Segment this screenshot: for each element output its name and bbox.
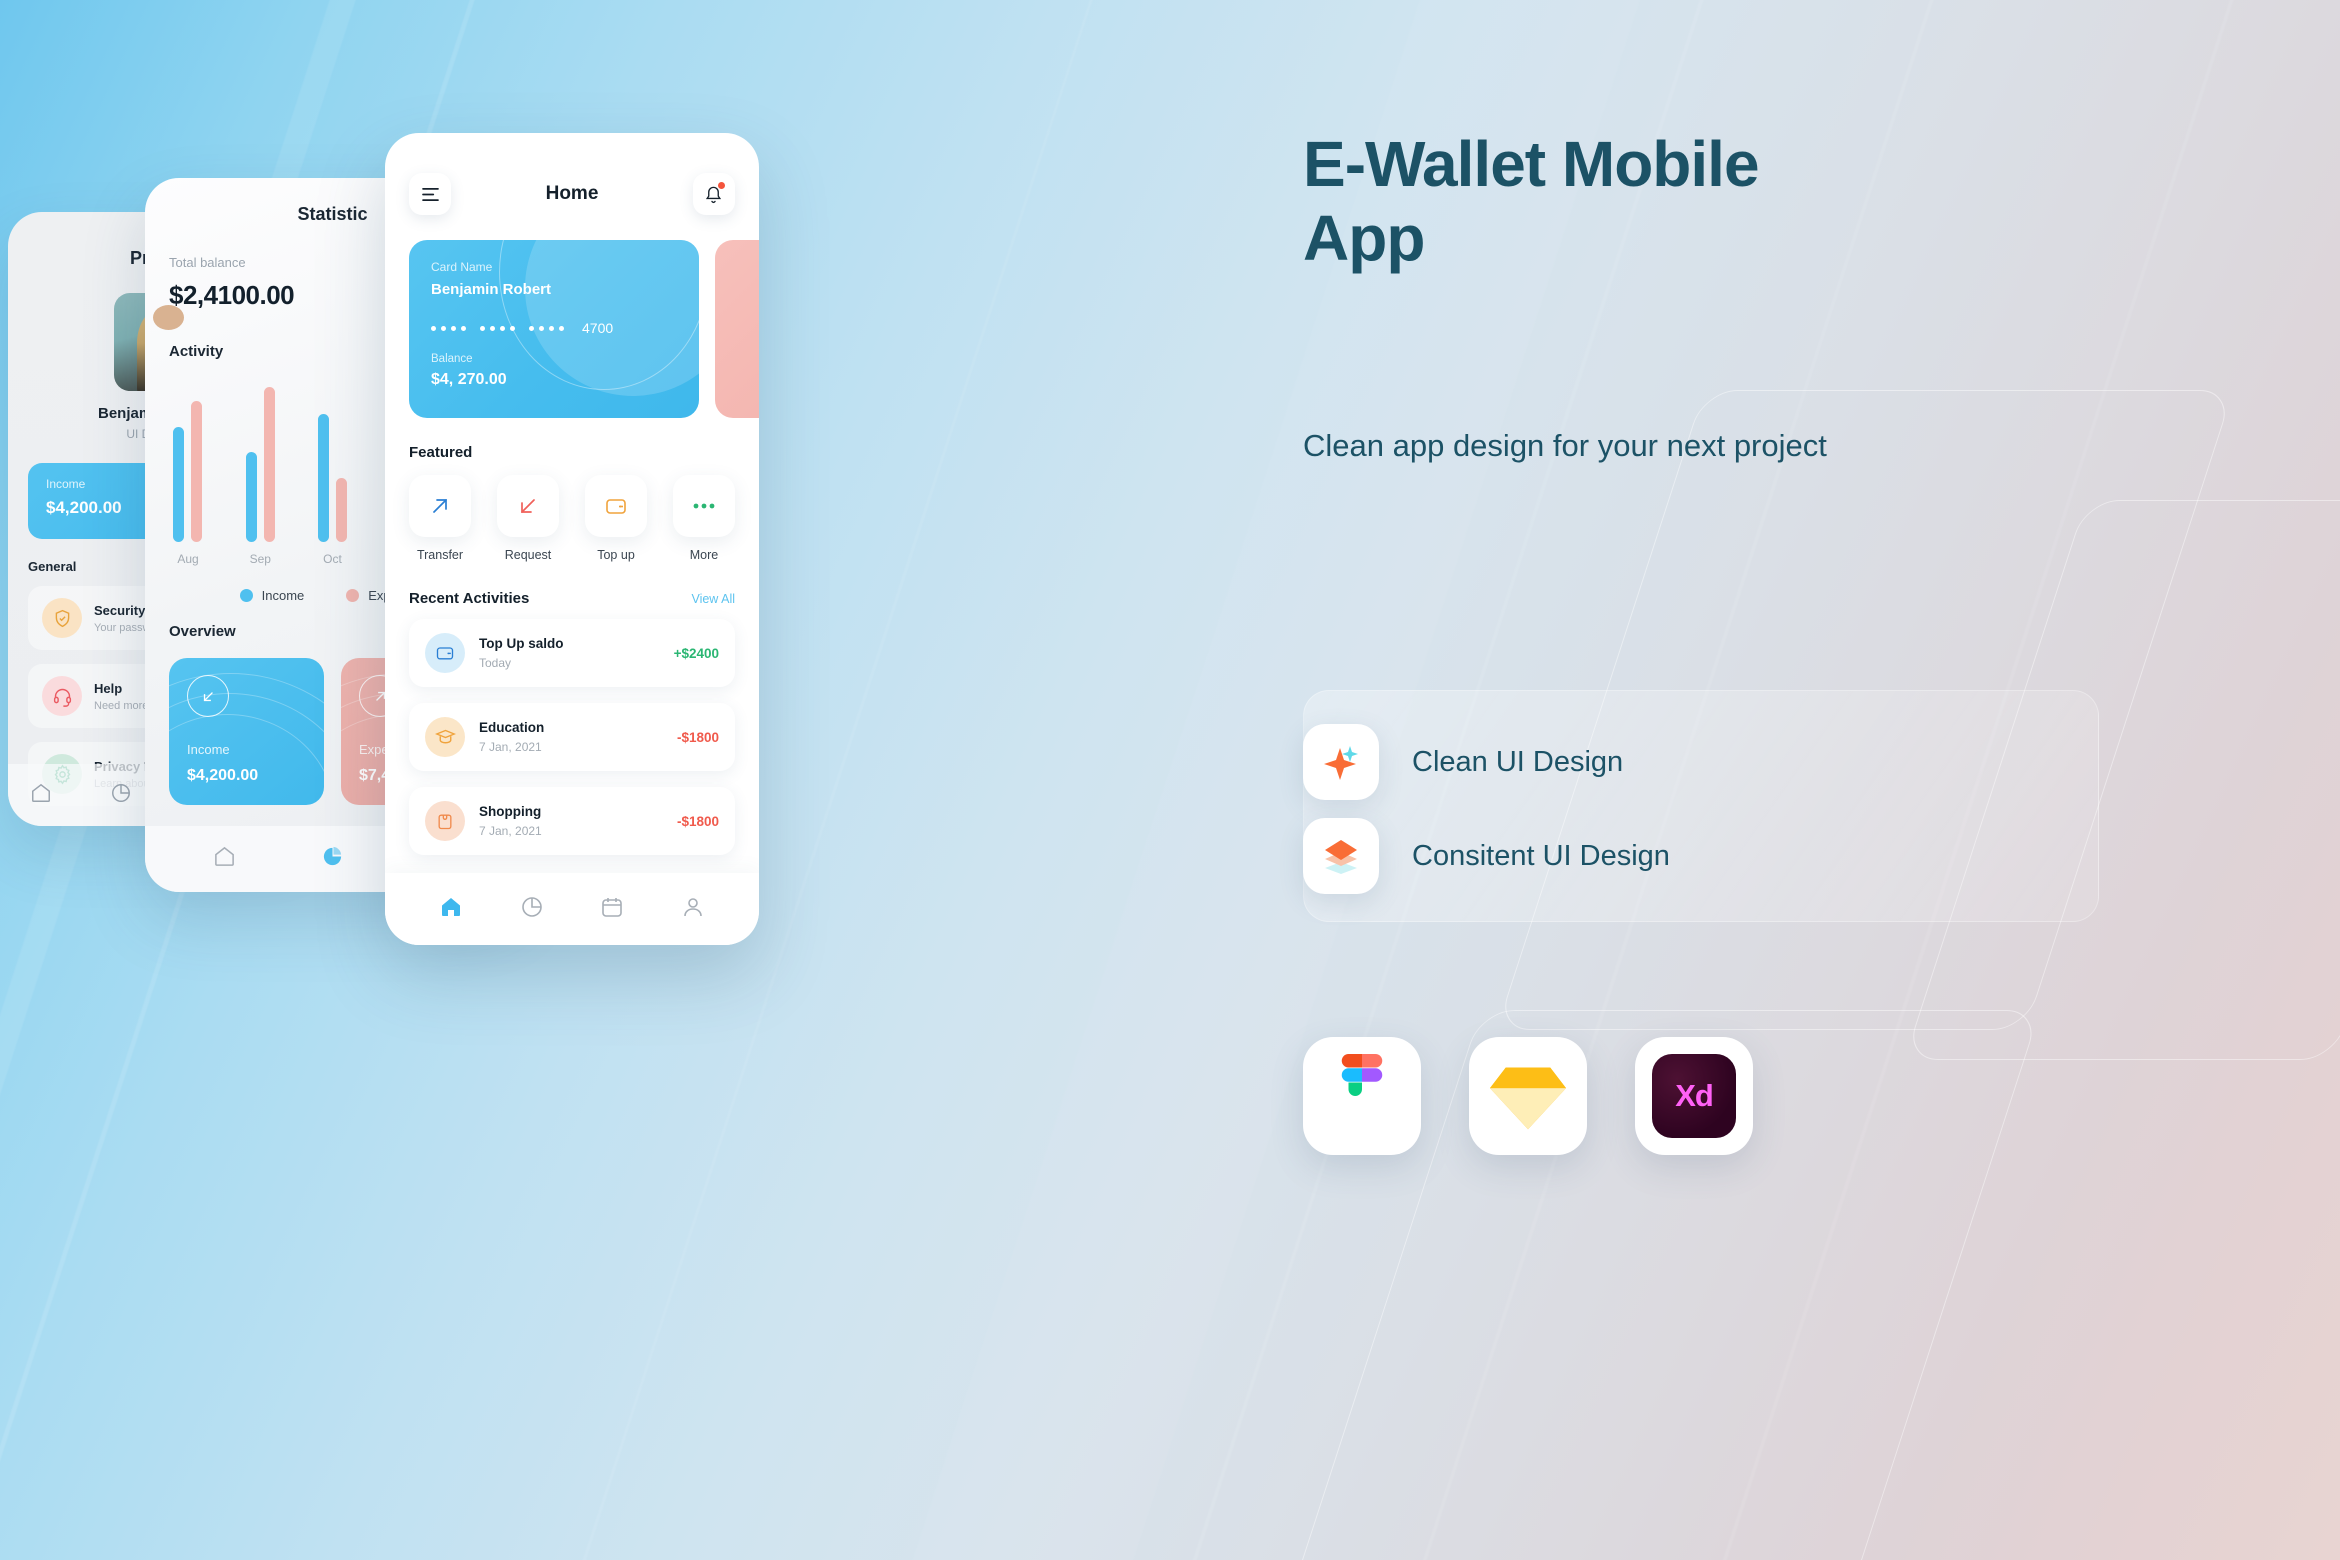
activity-title: Shopping bbox=[479, 804, 542, 819]
tab-home[interactable] bbox=[439, 895, 463, 924]
arrow-down-left-icon bbox=[187, 675, 229, 717]
tab-calendar[interactable] bbox=[600, 895, 624, 924]
bar-expense-aug bbox=[191, 401, 202, 542]
home-screen-phone: Home Card Name Benjamin Robert 4700 Bala… bbox=[385, 133, 759, 945]
promo-feature-consistent-ui: Consitent UI Design bbox=[1303, 818, 1670, 894]
shield-check-icon bbox=[42, 598, 82, 638]
featured-actions: Transfer Request Top up More bbox=[385, 461, 759, 562]
sketch-logo bbox=[1469, 1037, 1587, 1155]
activity-title: Education bbox=[479, 720, 545, 735]
bar-income-oct bbox=[318, 414, 329, 542]
ellipsis-icon bbox=[673, 475, 735, 537]
design-tool-logos: Xd bbox=[1303, 1037, 1753, 1155]
legend-color-swatch-expenses bbox=[346, 589, 360, 602]
headset-icon bbox=[42, 676, 82, 716]
home-header: Home bbox=[385, 133, 759, 215]
tab-statistics[interactable] bbox=[321, 845, 344, 873]
list-item[interactable]: Education 7 Jan, 2021 -$1800 bbox=[409, 703, 735, 771]
overview-income-value: $4,200.00 bbox=[187, 767, 259, 784]
legend-label-income: Income bbox=[261, 588, 305, 603]
bar-group-sep bbox=[245, 387, 275, 542]
card-name-label: Card Name bbox=[431, 260, 493, 274]
card-last4: 4700 bbox=[582, 320, 614, 336]
activity-date: Today bbox=[479, 656, 512, 670]
bar-income-aug bbox=[173, 427, 184, 542]
home-tabbar bbox=[385, 873, 759, 945]
featured-heading: Featured bbox=[409, 444, 473, 461]
hamburger-menu-button[interactable] bbox=[409, 173, 451, 215]
wallet-card-secondary[interactable] bbox=[715, 240, 759, 418]
bar-expense-oct bbox=[336, 478, 347, 542]
masked-group-2 bbox=[480, 325, 515, 331]
recent-activities-heading: Recent Activities bbox=[409, 590, 530, 607]
notification-badge bbox=[717, 182, 725, 189]
tab-profile[interactable] bbox=[681, 895, 705, 924]
tab-statistics[interactable] bbox=[520, 895, 544, 924]
arrow-down-left-icon bbox=[497, 475, 559, 537]
bar-group-oct bbox=[318, 414, 347, 542]
wallet-icon bbox=[425, 633, 465, 673]
featured-label: Request bbox=[504, 548, 552, 562]
promo-title-line1: E-Wallet Mobile bbox=[1303, 128, 1760, 200]
bar-expense-sep bbox=[263, 387, 275, 542]
overview-income-label: Income bbox=[187, 742, 230, 757]
shopping-bag-icon bbox=[425, 801, 465, 841]
tab-home[interactable] bbox=[30, 782, 52, 809]
activity-amount: -$1800 bbox=[676, 729, 719, 745]
adobe-xd-glyph: Xd bbox=[1652, 1054, 1736, 1138]
promo-title-line2: App bbox=[1303, 201, 1425, 274]
featured-label: More bbox=[689, 548, 719, 562]
tab-statistics[interactable] bbox=[110, 782, 132, 809]
layers-icon bbox=[1303, 818, 1379, 894]
featured-action-more[interactable]: More bbox=[673, 475, 735, 562]
axis-tick-aug: Aug bbox=[177, 552, 199, 566]
recent-activities-list: Top Up saldo Today +$2400 Education 7 Ja… bbox=[385, 607, 759, 855]
view-all-link[interactable]: View All bbox=[691, 592, 735, 606]
figma-logo bbox=[1303, 1037, 1421, 1155]
wallet-icon bbox=[585, 475, 647, 537]
bar-income-sep bbox=[245, 452, 257, 542]
axis-tick-sep: Sep bbox=[249, 552, 271, 566]
arrow-up-right-icon bbox=[409, 475, 471, 537]
recent-activities-header: Recent Activities View All bbox=[385, 562, 759, 607]
card-balance-value: $4, 270.00 bbox=[431, 371, 507, 388]
legend-color-swatch-income bbox=[239, 589, 253, 602]
promo-feature-label: Consitent UI Design bbox=[1412, 839, 1670, 872]
adobe-xd-logo: Xd bbox=[1635, 1037, 1753, 1155]
featured-action-request[interactable]: Request bbox=[497, 475, 559, 562]
list-item[interactable]: Top Up saldo Today +$2400 bbox=[409, 619, 735, 687]
featured-action-transfer[interactable]: Transfer bbox=[409, 475, 471, 562]
activity-date: 7 Jan, 2021 bbox=[479, 824, 542, 838]
promo-subtitle: Clean app design for your next project bbox=[1303, 428, 1827, 463]
promo-panel: E-Wallet Mobile App Clean app design for… bbox=[1303, 0, 2340, 1560]
activity-amount: +$2400 bbox=[673, 645, 719, 661]
masked-group-1 bbox=[431, 325, 466, 331]
sparkle-icon bbox=[1303, 724, 1379, 800]
page-title: Home bbox=[545, 183, 599, 204]
featured-action-topup[interactable]: Top up bbox=[585, 475, 647, 562]
legend-item-income: Income bbox=[239, 588, 305, 603]
overview-card-income[interactable]: Income $4,200.00 bbox=[169, 658, 324, 805]
graduation-cap-icon bbox=[425, 717, 465, 757]
card-balance-label: Balance bbox=[431, 353, 473, 365]
activity-title: Top Up saldo bbox=[479, 636, 564, 651]
featured-label: Top up bbox=[597, 548, 635, 562]
notification-button[interactable] bbox=[692, 173, 735, 215]
bar-group-aug bbox=[173, 401, 202, 542]
page-title: E-Wallet Mobile App bbox=[1303, 128, 2123, 275]
promo-feature-label: Clean UI Design bbox=[1412, 745, 1624, 778]
activity-amount: -$1800 bbox=[676, 813, 719, 829]
tab-home[interactable] bbox=[213, 845, 236, 873]
card-number: 4700 bbox=[431, 320, 677, 336]
masked-group-3 bbox=[529, 325, 564, 331]
card-holder-name: Benjamin Robert bbox=[431, 281, 552, 298]
featured-label: Transfer bbox=[416, 548, 464, 562]
wallet-cards-carousel[interactable]: Card Name Benjamin Robert 4700 Balance $… bbox=[385, 215, 759, 418]
axis-tick-oct: Oct bbox=[323, 552, 342, 566]
promo-feature-clean-ui: Clean UI Design bbox=[1303, 724, 1623, 800]
wallet-card-primary[interactable]: Card Name Benjamin Robert 4700 Balance $… bbox=[409, 240, 699, 418]
activity-date: 7 Jan, 2021 bbox=[479, 740, 542, 754]
list-item[interactable]: Shopping 7 Jan, 2021 -$1800 bbox=[409, 787, 735, 855]
